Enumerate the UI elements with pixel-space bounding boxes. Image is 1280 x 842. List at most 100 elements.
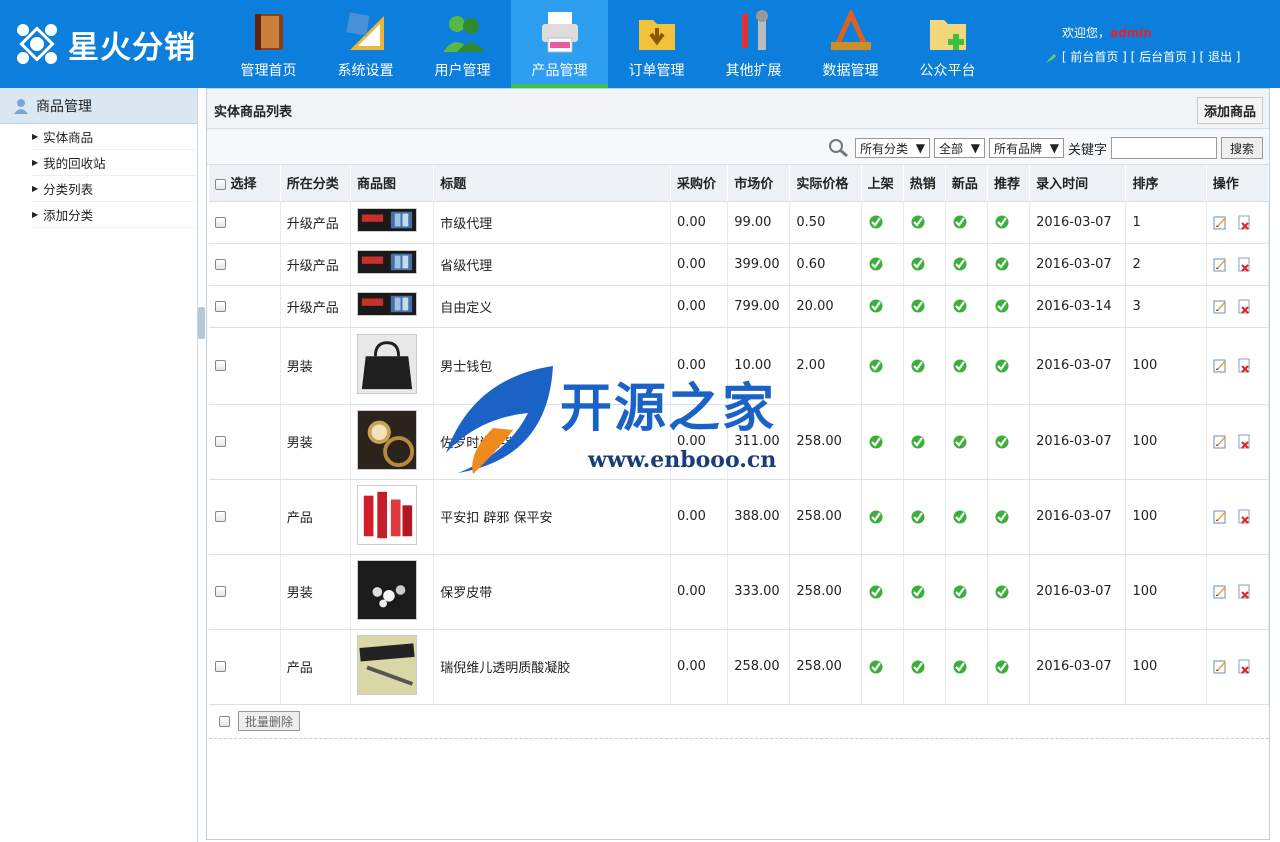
cell-hot[interactable] <box>903 404 946 480</box>
cell-on-sale[interactable] <box>861 201 904 244</box>
edit-icon[interactable] <box>1213 509 1227 524</box>
add-product-button[interactable]: 添加商品 <box>1196 97 1263 124</box>
edit-icon[interactable] <box>1213 434 1227 449</box>
cell-on-sale[interactable] <box>861 629 904 705</box>
cell-on-sale[interactable] <box>861 404 904 480</box>
check-icon <box>869 660 883 673</box>
cell-new[interactable] <box>945 404 989 480</box>
cell-new[interactable] <box>945 629 989 705</box>
cell-hot[interactable] <box>903 201 946 244</box>
edit-icon[interactable] <box>1213 659 1227 674</box>
cell-on-sale[interactable] <box>861 327 904 405</box>
cell-recommend[interactable] <box>987 629 1031 705</box>
delete-icon[interactable] <box>1237 299 1251 314</box>
delete-icon[interactable] <box>1237 257 1251 272</box>
nav-item-6[interactable]: 数据管理 <box>802 0 899 88</box>
check-icon <box>995 215 1009 229</box>
logout-link[interactable]: 退出 <box>1208 50 1232 64</box>
product-image[interactable] <box>356 559 417 620</box>
cell-on-sale[interactable] <box>861 554 904 630</box>
product-image[interactable] <box>356 292 417 316</box>
cell-hot[interactable] <box>903 285 946 328</box>
cell-real-price: 258.00 <box>789 629 862 705</box>
cell-new[interactable] <box>945 327 989 405</box>
cell-on-sale[interactable] <box>861 243 904 286</box>
cell-recommend[interactable] <box>987 404 1031 480</box>
delete-icon[interactable] <box>1237 215 1251 230</box>
check-icon <box>995 510 1009 523</box>
delete-icon[interactable] <box>1237 358 1251 373</box>
row-checkbox[interactable] <box>215 436 226 447</box>
column-header: 标题 <box>433 165 671 202</box>
bulk-delete-button[interactable]: 批量删除 <box>238 711 301 731</box>
cell-hot[interactable] <box>903 554 946 630</box>
delete-icon[interactable] <box>1237 659 1251 674</box>
cell-on-sale[interactable] <box>861 479 904 555</box>
keyword-input[interactable] <box>1110 137 1217 159</box>
cell-recommend[interactable] <box>987 285 1031 328</box>
row-checkbox[interactable] <box>215 300 226 312</box>
row-checkbox[interactable] <box>215 511 226 522</box>
status-select[interactable]: 全部 ▼ <box>933 138 985 158</box>
cell-on-sale[interactable] <box>861 285 904 328</box>
brand-select[interactable]: 所有品牌 ▼ <box>988 138 1064 158</box>
folder-icon <box>638 20 675 50</box>
cell-recommend[interactable] <box>987 479 1031 555</box>
select-all-checkbox[interactable] <box>215 179 226 191</box>
nav-item-3[interactable]: 产品管理 <box>511 0 608 88</box>
cell-hot[interactable] <box>903 629 946 705</box>
nav-item-4[interactable]: 订单管理 <box>608 0 705 88</box>
row-checkbox[interactable] <box>215 661 226 672</box>
select-all-bottom-checkbox[interactable] <box>219 715 230 727</box>
cell-new[interactable] <box>945 479 989 555</box>
back-home-link[interactable]: 后台首页 <box>1139 50 1187 64</box>
cell-new[interactable] <box>945 243 989 286</box>
chevron-down-icon: ▼ <box>1049 141 1059 155</box>
sidebar-toggle-handle[interactable] <box>198 307 205 339</box>
users-icon <box>442 16 485 52</box>
cell-recommend[interactable] <box>987 243 1031 286</box>
nav-item-1[interactable]: 系统设置 <box>317 0 414 88</box>
cell-hot[interactable] <box>903 243 946 286</box>
column-header-label: 新品 <box>951 177 978 193</box>
product-image[interactable] <box>356 484 417 545</box>
nav-item-7[interactable]: 公众平台 <box>899 0 996 88</box>
edit-icon[interactable] <box>1213 257 1227 272</box>
nav-item-0[interactable]: 管理首页 <box>220 0 317 88</box>
delete-icon[interactable] <box>1237 509 1251 524</box>
row-checkbox[interactable] <box>215 258 226 270</box>
sidebar-item-0[interactable]: ▶ 实体商品 <box>32 124 196 150</box>
delete-icon[interactable] <box>1237 584 1251 599</box>
search-button[interactable]: 搜索 <box>1220 137 1263 159</box>
cell-recommend[interactable] <box>987 327 1031 405</box>
front-home-link[interactable]: 前台首页 <box>1070 50 1118 64</box>
product-image[interactable] <box>356 634 417 695</box>
row-actions <box>1213 434 1268 449</box>
cell-recommend[interactable] <box>987 201 1031 244</box>
product-image[interactable] <box>356 208 417 232</box>
row-checkbox[interactable] <box>215 586 226 597</box>
product-image[interactable] <box>356 333 417 394</box>
edit-icon[interactable] <box>1213 584 1227 599</box>
cell-new[interactable] <box>945 285 989 328</box>
cell-recommend[interactable] <box>987 554 1031 630</box>
sidebar-item-2[interactable]: ▶ 分类列表 <box>32 176 196 202</box>
cell-new[interactable] <box>945 554 989 630</box>
sidebar-item-1[interactable]: ▶ 我的回收站 <box>32 150 196 176</box>
delete-icon[interactable] <box>1237 434 1251 449</box>
product-image[interactable] <box>356 409 417 470</box>
edit-icon[interactable] <box>1213 215 1227 230</box>
category-select[interactable]: 所有分类 ▼ <box>854 138 930 158</box>
product-image[interactable] <box>356 250 417 274</box>
cell-hot[interactable] <box>903 479 946 555</box>
row-checkbox[interactable] <box>215 360 226 371</box>
row-checkbox[interactable] <box>215 216 226 228</box>
cell-new[interactable] <box>945 201 989 244</box>
logo[interactable]: 星火分销 <box>12 16 196 72</box>
edit-icon[interactable] <box>1213 358 1227 373</box>
nav-item-5[interactable]: 其他扩展 <box>705 0 802 88</box>
cell-hot[interactable] <box>903 327 946 405</box>
sidebar-item-3[interactable]: ▶ 添加分类 <box>32 202 196 228</box>
nav-item-2[interactable]: 用户管理 <box>414 0 511 88</box>
edit-icon[interactable] <box>1213 299 1227 314</box>
